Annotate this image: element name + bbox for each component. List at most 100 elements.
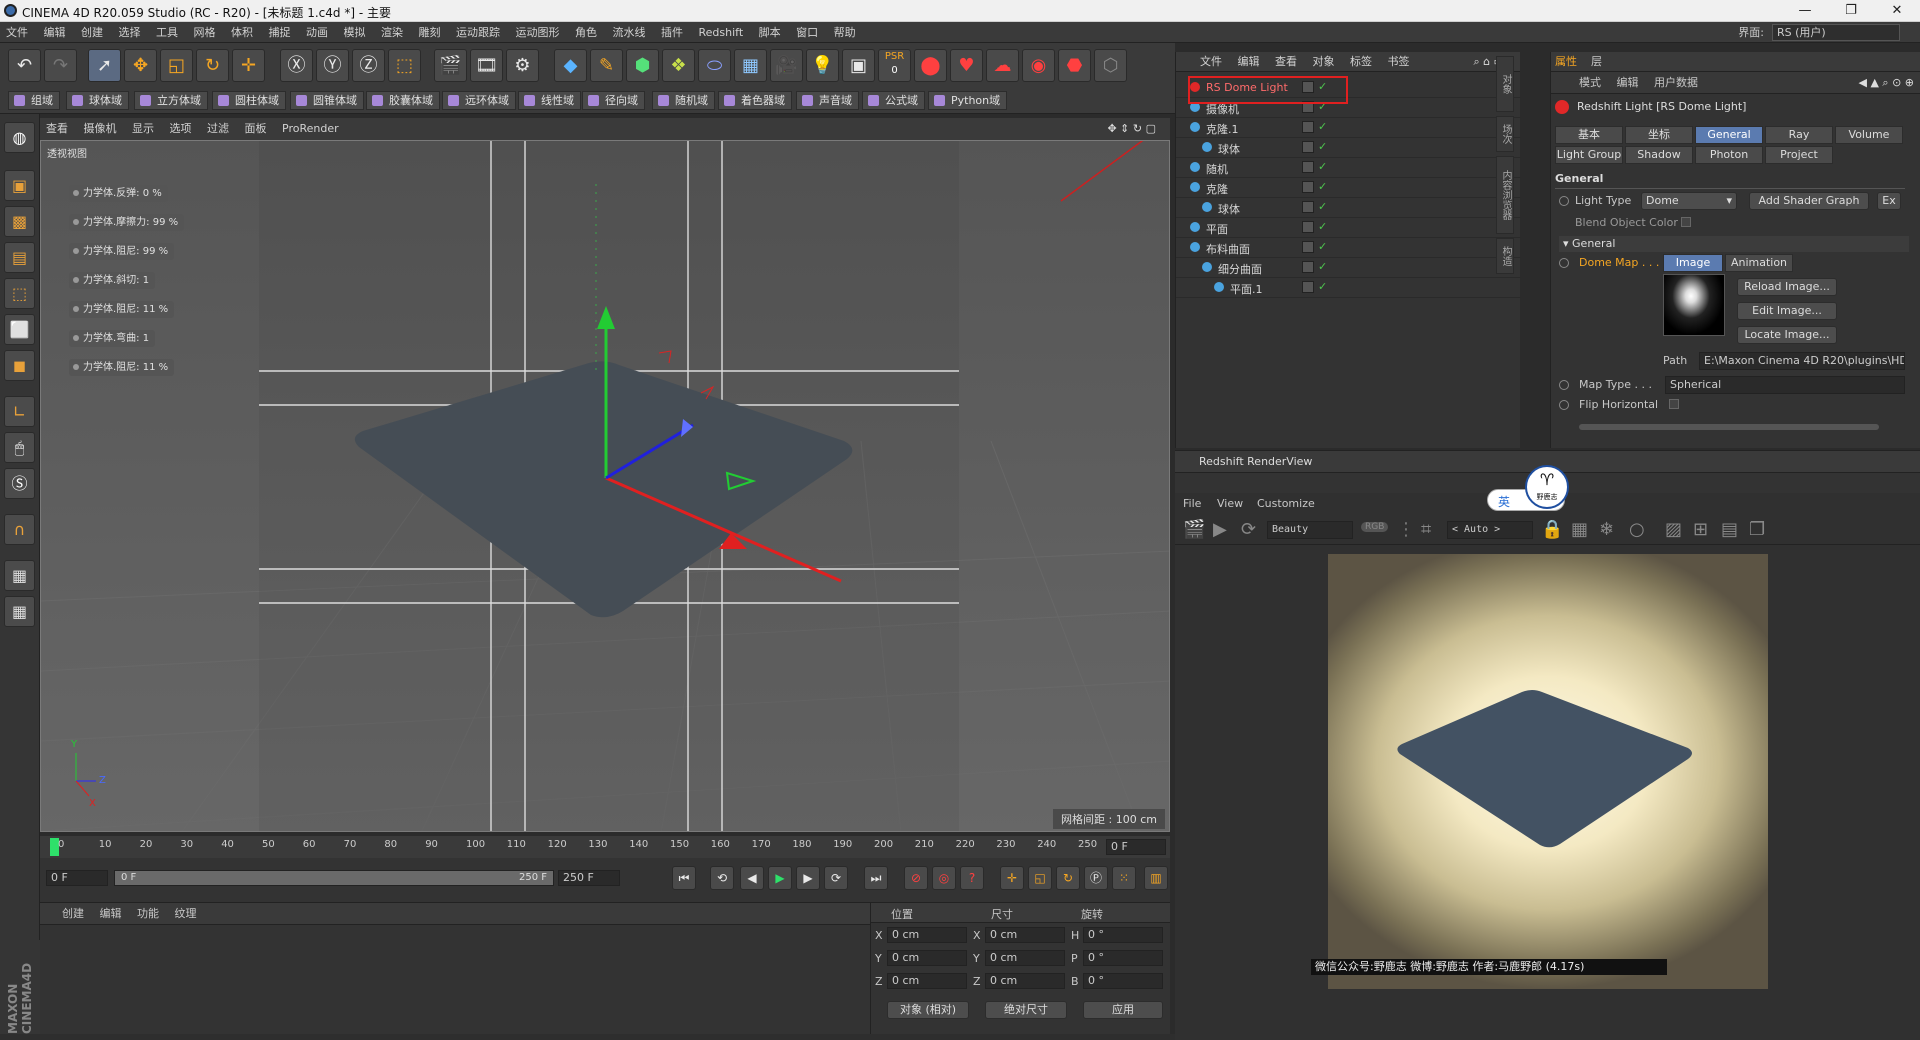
render-view-icon[interactable]: 🎬 bbox=[434, 49, 467, 82]
coordinate-system-icon[interactable]: ⬚ bbox=[388, 49, 421, 82]
field-cylinder-button[interactable]: 圆柱体域 bbox=[212, 91, 286, 110]
loop-icon[interactable]: ⟳ bbox=[824, 866, 848, 890]
object-row[interactable]: 球体 ✓ bbox=[1176, 198, 1521, 218]
cloner-icon[interactable]: ❖ bbox=[662, 49, 695, 82]
size-y-field[interactable]: 0 cm bbox=[985, 950, 1065, 966]
menu-window[interactable]: 窗口 bbox=[790, 22, 824, 43]
close-button[interactable]: ✕ bbox=[1874, 0, 1920, 22]
viewport-menu-panel[interactable]: 面板 bbox=[239, 118, 273, 140]
blend-object-color-checkbox[interactable] bbox=[1681, 217, 1691, 227]
go-to-start-icon[interactable]: ⏮ bbox=[672, 866, 696, 890]
y-axis-lock-icon[interactable]: Ⓨ bbox=[316, 49, 349, 82]
size-mode-select[interactable]: 绝对尺寸 bbox=[985, 1001, 1067, 1019]
object-row[interactable]: 平面 ✓ bbox=[1176, 218, 1521, 238]
attributes-tab[interactable]: 属性 bbox=[1555, 52, 1577, 72]
rgb-channel-toggle[interactable]: RGB bbox=[1361, 522, 1389, 532]
enabled-check-icon[interactable]: ✓ bbox=[1318, 200, 1327, 213]
z-axis-lock-icon[interactable]: Ⓩ bbox=[352, 49, 385, 82]
rs-proxy-icon[interactable]: ⬡ bbox=[1094, 49, 1127, 82]
dynamics-param[interactable]: 力学体.反弹: 0 % bbox=[69, 185, 168, 202]
field-sound-button[interactable]: 声音域 bbox=[796, 91, 859, 110]
material-menu-function[interactable]: 功能 bbox=[131, 903, 165, 925]
viewport-menu-display[interactable]: 显示 bbox=[126, 118, 160, 140]
layer-checkbox[interactable] bbox=[1302, 121, 1314, 133]
menu-mesh[interactable]: 网格 bbox=[188, 22, 222, 43]
tab-project[interactable]: Project bbox=[1765, 146, 1833, 164]
refresh-icon[interactable]: ⟳ bbox=[1241, 519, 1256, 540]
anim-dot-icon[interactable] bbox=[1559, 196, 1569, 206]
current-frame-field[interactable]: 0 F bbox=[1106, 839, 1166, 855]
next-frame-icon[interactable]: ▶ bbox=[796, 866, 820, 890]
camera-icon[interactable]: 🎥 bbox=[770, 49, 803, 82]
rs-material-icon[interactable]: ⬣ bbox=[1058, 49, 1091, 82]
subdivision-icon[interactable]: ⬢ bbox=[626, 49, 659, 82]
edges-mode-icon[interactable]: ⬜ bbox=[4, 314, 35, 345]
render-picture-viewer-icon[interactable]: 🎞 bbox=[470, 49, 503, 82]
viewport-menu-view[interactable]: 查看 bbox=[40, 118, 74, 140]
zoom-select[interactable]: < Auto > bbox=[1447, 521, 1533, 539]
locate-image-button[interactable]: Locate Image... bbox=[1737, 326, 1837, 344]
x-axis-lock-icon[interactable]: Ⓧ bbox=[280, 49, 313, 82]
tab-shadow[interactable]: Shadow bbox=[1625, 146, 1693, 164]
viewport-nav-icons[interactable]: ✥ ⇕ ↻ ▢ bbox=[1101, 118, 1162, 140]
snowflake-icon[interactable]: ❄ bbox=[1599, 519, 1614, 540]
position-y-field[interactable]: 0 cm bbox=[887, 950, 967, 966]
maximize-button[interactable]: ❐ bbox=[1828, 0, 1874, 22]
field-cone-button[interactable]: 圆锥体域 bbox=[290, 91, 364, 110]
layer-checkbox[interactable] bbox=[1302, 261, 1314, 273]
record-keys-icon[interactable]: ⊘ bbox=[904, 866, 928, 890]
enabled-check-icon[interactable]: ✓ bbox=[1318, 260, 1327, 273]
tab-ray[interactable]: Ray bbox=[1765, 126, 1833, 144]
render-menu-view[interactable]: View bbox=[1217, 497, 1243, 510]
dynamics-param[interactable]: 力学体.弯曲: 1 bbox=[69, 330, 156, 347]
menu-redshift[interactable]: Redshift bbox=[693, 22, 750, 43]
tab-general[interactable]: General bbox=[1695, 126, 1763, 144]
menu-character[interactable]: 角色 bbox=[569, 22, 603, 43]
key-parameter-icon[interactable]: Ⓟ bbox=[1084, 866, 1108, 890]
light-icon[interactable]: 💡 bbox=[806, 49, 839, 82]
hdr-thumbnail[interactable] bbox=[1663, 274, 1725, 336]
viewport-menu-options[interactable]: 选项 bbox=[164, 118, 198, 140]
tab-volume[interactable]: Volume bbox=[1835, 126, 1903, 144]
rs-light-icon[interactable]: ♥ bbox=[950, 49, 983, 82]
clapboard-icon[interactable]: 🎬 bbox=[1183, 519, 1205, 540]
attr-horizontal-scrollbar[interactable] bbox=[1579, 424, 1879, 430]
model-mode-icon[interactable]: ▣ bbox=[4, 170, 35, 201]
field-group-button[interactable]: 组域 bbox=[8, 91, 60, 110]
select-tool-icon[interactable]: ➚ bbox=[88, 49, 121, 82]
snapshot-icon[interactable]: ▤ bbox=[1721, 519, 1738, 540]
object-menu-file[interactable]: 文件 bbox=[1194, 52, 1228, 72]
prev-frame-icon[interactable]: ◀ bbox=[740, 866, 764, 890]
anim-dot-icon[interactable] bbox=[1559, 380, 1569, 390]
floor-icon[interactable]: ▦ bbox=[734, 49, 767, 82]
position-z-field[interactable]: 0 cm bbox=[887, 973, 967, 989]
side-tab-content-browser[interactable]: 内容浏览器 bbox=[1496, 156, 1514, 234]
cube-primitive-icon[interactable]: ◆ bbox=[554, 49, 587, 82]
reload-image-button[interactable]: Reload Image... bbox=[1737, 278, 1837, 296]
field-torus-button[interactable]: 远环体域 bbox=[442, 91, 516, 110]
workplane-mode-icon[interactable]: ▤ bbox=[4, 242, 35, 273]
scale-tool-icon[interactable]: ◱ bbox=[160, 49, 193, 82]
edit-image-button[interactable]: Edit Image... bbox=[1737, 302, 1837, 320]
layer-checkbox[interactable] bbox=[1302, 201, 1314, 213]
rotation-b-field[interactable]: 0 ° bbox=[1083, 973, 1163, 989]
object-menu-tags[interactable]: 标签 bbox=[1344, 52, 1378, 72]
transform-tool-icon[interactable]: ✛ bbox=[232, 49, 265, 82]
dynamics-param[interactable]: 力学体.摩擦力: 99 % bbox=[69, 214, 185, 231]
key-pla-icon[interactable]: ⁙ bbox=[1112, 866, 1136, 890]
object-menu-edit[interactable]: 编辑 bbox=[1232, 52, 1266, 72]
object-menu-view[interactable]: 查看 bbox=[1269, 52, 1303, 72]
rotate-tool-icon[interactable]: ↻ bbox=[196, 49, 229, 82]
menu-tools[interactable]: 工具 bbox=[150, 22, 184, 43]
key-scale-icon[interactable]: ◱ bbox=[1028, 866, 1052, 890]
menu-file[interactable]: 文件 bbox=[0, 22, 34, 43]
add-shader-graph-button[interactable]: Add Shader Graph bbox=[1749, 192, 1869, 210]
enabled-check-icon[interactable]: ✓ bbox=[1318, 240, 1327, 253]
prev-key-icon[interactable]: ⟲ bbox=[710, 866, 734, 890]
enabled-check-icon[interactable]: ✓ bbox=[1318, 220, 1327, 233]
polygons-mode-icon[interactable]: ◼ bbox=[4, 350, 35, 381]
dynamics-param[interactable]: 力学体.阻尼: 11 % bbox=[69, 301, 175, 318]
layer-checkbox[interactable] bbox=[1302, 141, 1314, 153]
image-icon[interactable]: ▨ bbox=[1665, 519, 1682, 540]
keyframe-selection-icon[interactable]: ? bbox=[960, 866, 984, 890]
